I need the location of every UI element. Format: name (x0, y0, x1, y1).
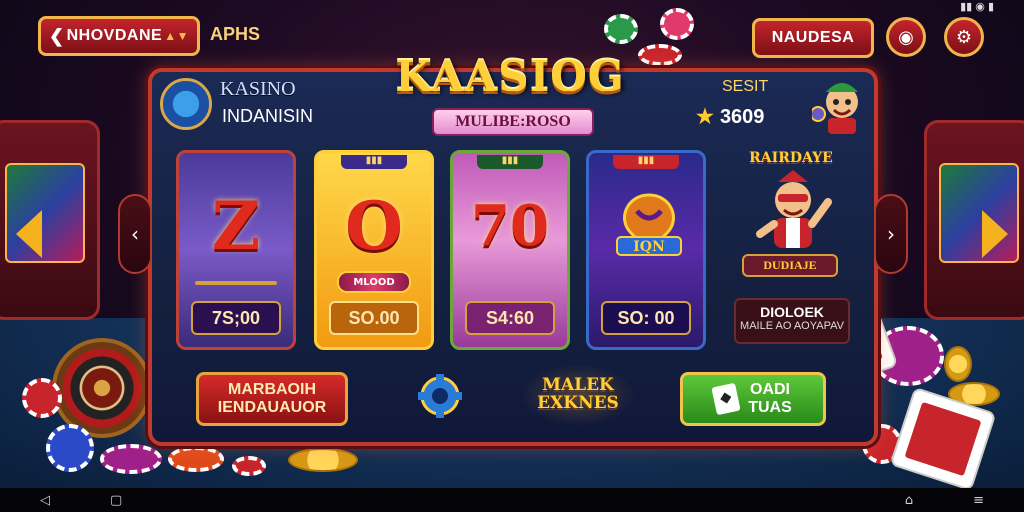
gear-icon (418, 374, 462, 418)
chip-decoration (22, 378, 62, 418)
back-button-label: NHOVDANE (66, 27, 163, 44)
chip-decoration (100, 444, 162, 474)
emblem-icon: IQN (616, 193, 682, 256)
coin-decoration (944, 346, 972, 382)
promo-title: RAIRDAYE (749, 150, 833, 166)
chevron-left-icon: ‹ (131, 222, 139, 246)
slot-value: S4:60 (465, 301, 555, 335)
promo-info-subtitle: MAILE AO AOYAPAV (740, 320, 844, 332)
gold-label-line2: EXKNES (537, 393, 619, 413)
back-nav-icon[interactable]: ◁ (40, 493, 50, 508)
menu-nav-icon[interactable]: ≡ (973, 493, 984, 508)
slot-value: 7S;00 (191, 301, 281, 335)
slot-machine-left (0, 120, 100, 320)
menu-pill-button[interactable]: NAUDESA (752, 18, 874, 58)
roulette-wheel (52, 338, 152, 438)
chip-decoration (638, 44, 682, 66)
slot-card-4[interactable]: ▮▮▮ IQN SO: 00 (586, 150, 706, 350)
red-button-line1: MARBAOIH (228, 381, 316, 399)
promo-subtitle: DUDIAJE (742, 254, 838, 277)
card-icon (711, 382, 741, 416)
chip-decoration (232, 456, 266, 476)
green-button-line1: OADI (750, 381, 790, 399)
chip-decoration (168, 446, 224, 472)
panel-prev-button[interactable]: ‹ (118, 194, 152, 274)
red-action-button[interactable]: MARBAOIH IENDAUAUOR (196, 372, 348, 426)
green-action-button[interactable]: OADI TUAS (680, 372, 826, 426)
slot-machine-right (924, 120, 1024, 320)
header-label: APHS (210, 24, 261, 44)
promo-info-box[interactable]: DIOLOEK MAILE AO AOYAPAV (734, 298, 850, 344)
game-subtitle: MULIBE:ROSO (432, 108, 594, 136)
gold-feature-button[interactable]: MALEK EXKNES (520, 364, 636, 426)
chevron-right-icon: › (887, 222, 895, 246)
red-button-line2: IENDAUAUOR (217, 399, 327, 416)
slot-card-2[interactable]: ▮▮▮ O MLOOD SO.00 (314, 150, 434, 350)
account-label: SESIT (722, 78, 769, 95)
settings-button[interactable]: ⚙ (944, 17, 984, 57)
chip-decoration (46, 424, 94, 472)
scroll-left-arrow-icon[interactable] (16, 210, 42, 258)
slot-symbol: O (345, 187, 403, 265)
profile-button[interactable]: ◉ (886, 17, 926, 57)
green-button-line2: TUAS (748, 399, 792, 416)
mascot-avatar (812, 83, 858, 134)
chip-decoration (660, 8, 694, 40)
svg-text:IQN: IQN (633, 239, 665, 255)
scroll-right-arrow-icon[interactable] (982, 210, 1008, 258)
panel-next-button[interactable]: › (874, 194, 908, 274)
chip-decoration (604, 14, 638, 44)
coin-decoration (288, 448, 358, 472)
slot-value: SO.00 (329, 301, 419, 335)
recents-nav-icon[interactable]: ▢ (110, 493, 122, 508)
system-nav-bar: ◁ ▢ ⌂ ≡ (0, 488, 1024, 512)
slot-card-3[interactable]: ▮▮▮ 70 S4:60 (450, 150, 570, 350)
game-title: KAASIOG (395, 52, 625, 101)
slot-symbol: Z (211, 187, 261, 265)
status-bar: ▮▮ ◉ ▮ (960, 1, 994, 13)
score-value: 3609 (719, 106, 765, 128)
slot-tab: ▮▮▮ (613, 155, 679, 169)
slot-tab: ▮▮▮ (341, 155, 407, 169)
slot-divider (195, 281, 277, 285)
brand-subtitle: INDANISIN (222, 106, 314, 126)
slot-value: SO: 00 (601, 301, 691, 335)
slot-symbol: 70 (471, 193, 549, 259)
brand-title: KASINO (220, 78, 296, 100)
score-display: ★ 3609 (696, 104, 764, 129)
promo-info-title: DIOLOEK (760, 304, 824, 320)
slot-card-1[interactable]: Z 7S;00 (176, 150, 296, 350)
center-gear-button[interactable] (416, 372, 464, 420)
slot-ribbon: MLOOD (337, 271, 411, 293)
brand-logo (160, 78, 212, 130)
chevron-left-icon: ❮ (49, 25, 65, 46)
back-button[interactable]: ❮ NHOVDANE ▲▼ (38, 16, 200, 56)
promo-mascot (756, 170, 832, 248)
star-icon: ★ (696, 106, 714, 128)
home-nav-icon[interactable]: ⌂ (905, 493, 913, 508)
eye-icon: ◉ (898, 26, 914, 48)
sort-arrows-icon: ▲▼ (164, 29, 189, 43)
slot-tab: ▮▮▮ (477, 155, 543, 169)
gear-icon: ⚙ (955, 26, 973, 48)
